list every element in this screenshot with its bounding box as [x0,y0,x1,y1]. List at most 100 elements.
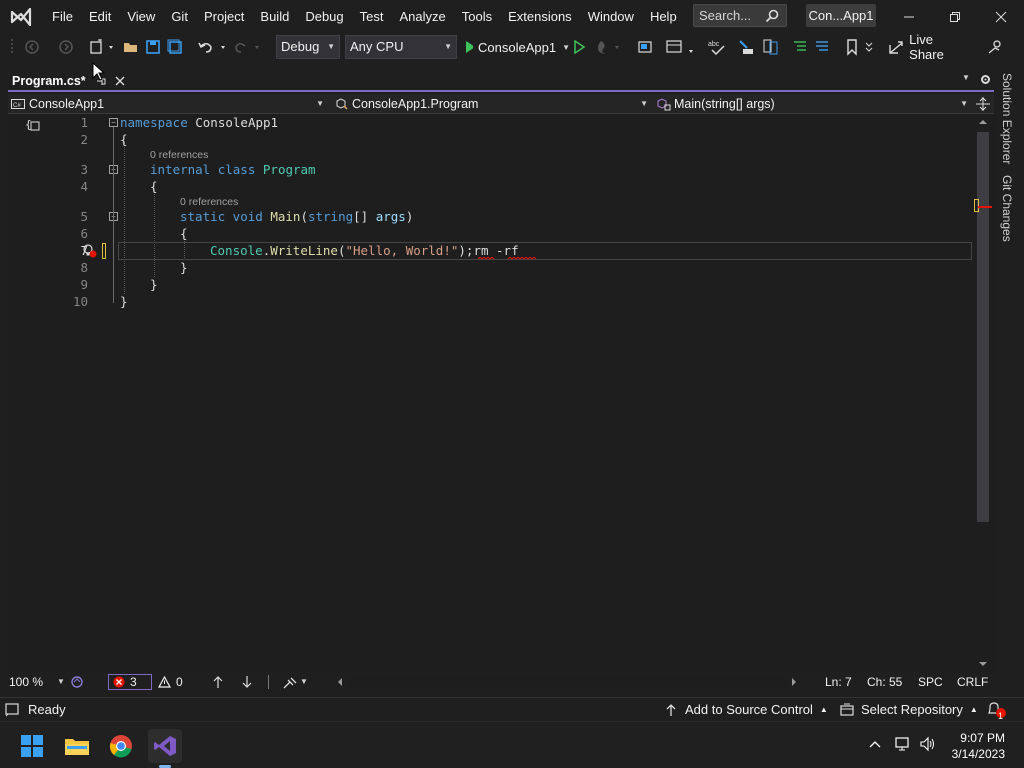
next-issue-arrow-icon[interactable] [241,675,253,689]
change-tracking-marker [102,243,106,259]
menu-window[interactable]: Window [580,4,642,30]
tab-program-cs[interactable]: Program.cs* [8,72,129,92]
start-button[interactable] [15,729,49,763]
whitespace-indicator[interactable]: SPC [918,672,943,692]
member-dropdown[interactable]: Main(string[] args) ▼ [656,94,972,114]
namespace-name: ConsoleApp1 [187,115,279,130]
scrollbar-thumb[interactable] [977,132,989,522]
layout-button[interactable] [664,37,696,57]
punctuation: ( [300,209,308,224]
bookmark-button[interactable] [842,37,862,57]
intellicode-icon[interactable] [70,675,84,689]
project-dropdown[interactable]: C# ConsoleApp1 ▼ [8,94,328,114]
save-button[interactable] [144,37,162,57]
menu-help[interactable]: Help [642,4,685,30]
punctuation: [] [353,209,376,224]
notifications-button[interactable]: 1 [986,698,1008,722]
new-project-button[interactable] [88,37,118,57]
vertical-scrollbar[interactable] [972,114,994,672]
step-into-button[interactable] [736,37,758,57]
folder-open-icon [124,43,137,52]
network-icon[interactable] [894,736,912,752]
start-without-debugging-button[interactable] [570,37,588,57]
comment-lines-button[interactable] [790,37,810,57]
solution-name-button[interactable]: Con...App1 [806,4,876,27]
menu-project[interactable]: Project [196,4,252,30]
open-file-button[interactable] [122,37,140,57]
show-hidden-icons-chevron-icon[interactable] [868,739,882,749]
brace: } [180,260,188,275]
codelens-references[interactable]: 0 references [180,195,238,209]
menu-test[interactable]: Test [352,4,392,30]
chrome-taskbar-button[interactable] [104,729,138,763]
redo-button[interactable] [232,37,264,57]
warning-list-button[interactable]: 0 [158,672,183,692]
solution-explorer-tab[interactable]: Solution Explorer [1000,73,1014,164]
scroll-down-icon[interactable] [978,660,988,668]
menu-debug[interactable]: Debug [297,4,351,30]
code-line-6: { [180,225,188,242]
close-tab-icon[interactable] [115,76,125,86]
solution-configuration-combo[interactable]: Debug ▼ [276,35,340,59]
spell-check-button[interactable]: abc [706,37,728,57]
zoom-dropdown[interactable]: 100 % ▼ [9,672,65,692]
toolbar-grip[interactable] [9,37,15,57]
menu-edit[interactable]: Edit [81,4,119,30]
status-text: Ready [28,702,66,717]
line-indicator[interactable]: Ln: 7 [825,672,852,692]
close-window-button[interactable] [978,0,1024,33]
visual-studio-logo-icon[interactable] [9,6,33,28]
error-list-button[interactable]: 3 [108,674,152,690]
start-debugging-button[interactable]: ConsoleApp1 ▼ [462,37,570,57]
file-explorer-taskbar-button[interactable] [60,729,94,763]
scroll-left-icon[interactable] [336,677,344,687]
menu-extensions[interactable]: Extensions [500,4,580,30]
code-editor[interactable]: { 1 2 3 4 5 6 7 8 9 10 − − − namespace C… [8,114,972,672]
menu-file[interactable]: File [44,4,81,30]
minimize-button[interactable] [886,0,932,33]
navigate-back-button[interactable] [22,37,42,57]
brace: { [120,132,128,147]
select-repository-button[interactable]: Select Repository ▲ [840,698,978,722]
scroll-up-icon[interactable] [978,118,988,126]
line-ending-indicator[interactable]: CRLF [957,672,988,692]
toolbar-overflow-button[interactable] [862,37,876,57]
hot-reload-button[interactable] [594,37,624,57]
restore-button[interactable] [932,0,978,33]
feedback-button[interactable] [984,37,1006,57]
tab-list-dropdown-icon[interactable]: ▼ [962,73,970,82]
save-all-button[interactable] [166,37,184,57]
compare-button[interactable] [760,37,782,57]
menu-analyze[interactable]: Analyze [391,4,453,30]
navigate-forward-button[interactable] [56,37,76,57]
previous-issue-arrow-icon[interactable] [212,675,224,689]
solution-platform-combo[interactable]: Any CPU ▼ [345,35,457,59]
undo-button[interactable] [196,37,230,57]
horizontal-scrollbar[interactable] [348,676,786,688]
taskbar-clock[interactable]: 9:07 PM 3/14/2023 [952,730,1005,762]
visual-studio-taskbar-button[interactable] [148,729,182,768]
add-to-source-control-button[interactable]: Add to Source Control ▲ [664,698,828,722]
menu-tools[interactable]: Tools [454,4,500,30]
search-input[interactable]: Search... [693,4,787,27]
code-cleanup-button[interactable]: ▼ [282,672,308,692]
volume-icon[interactable] [919,736,937,752]
scroll-right-icon[interactable] [790,677,798,687]
editor-status-bar: 100 % ▼ 3 0 ▼ Ln: 7 Ch: 55 SPC CRLF [0,672,994,692]
browse-button[interactable] [636,37,656,57]
menu-build[interactable]: Build [252,4,297,30]
menu-view[interactable]: View [119,4,163,30]
git-changes-tab[interactable]: Git Changes [1000,175,1014,242]
type-dropdown[interactable]: ConsoleApp1.Program ▼ [332,94,652,114]
char-indicator[interactable]: Ch: 55 [867,672,902,692]
split-window-icon[interactable] [976,97,990,111]
menu-git[interactable]: Git [163,4,196,30]
live-share-button[interactable]: Live Share [888,32,968,62]
file-explorer-icon [65,739,89,755]
collapse-namespace-icon[interactable]: − [109,118,118,127]
codelens-references[interactable]: 0 references [150,148,208,162]
glyph-margin[interactable]: { [8,114,106,672]
gear-icon[interactable] [979,73,992,86]
uncomment-lines-button[interactable] [812,37,832,57]
string-literal: "Hello, World!" [345,243,459,258]
